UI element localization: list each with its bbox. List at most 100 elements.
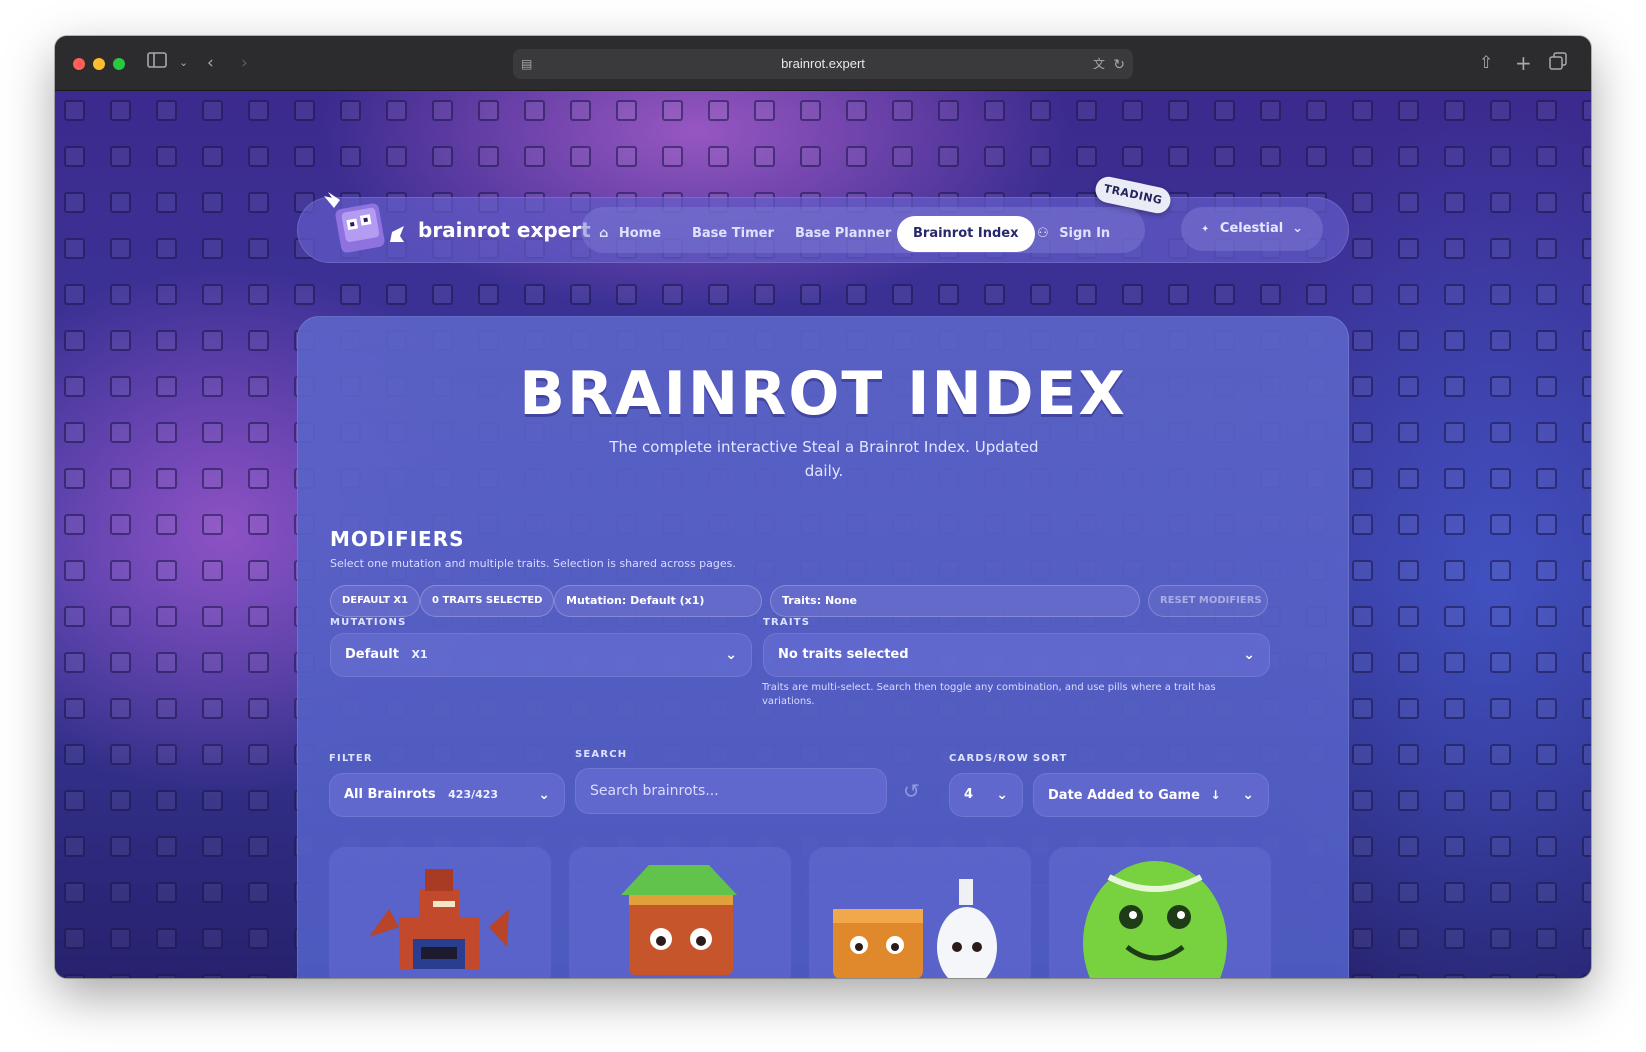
chip-traits-selected[interactable]: 0 TRAITS SELECTED bbox=[420, 585, 555, 617]
pattern-square bbox=[1398, 928, 1419, 949]
pattern-square bbox=[432, 100, 453, 121]
sort-label: SORT bbox=[1033, 753, 1068, 764]
zoom-window-button[interactable] bbox=[113, 58, 125, 70]
mutation-select-value: Default bbox=[345, 647, 399, 662]
pattern-square bbox=[1582, 882, 1591, 903]
close-window-button[interactable] bbox=[73, 58, 85, 70]
pattern-square bbox=[1352, 652, 1373, 673]
pattern-square bbox=[800, 100, 821, 121]
mutation-select[interactable]: Default X1 ⌄ bbox=[330, 633, 752, 677]
pattern-square bbox=[248, 882, 269, 903]
pattern-square bbox=[64, 330, 85, 351]
page-settings-icon[interactable]: ▤ bbox=[521, 49, 532, 79]
pattern-square bbox=[294, 284, 315, 305]
tab-overview-icon[interactable] bbox=[1549, 52, 1567, 76]
share-icon[interactable]: ⇧ bbox=[1479, 52, 1493, 74]
brand-name[interactable]: brainrot expert bbox=[418, 218, 591, 242]
pattern-square bbox=[1352, 790, 1373, 811]
sidebar-toggle-icon[interactable] bbox=[147, 52, 167, 74]
pattern-square bbox=[1536, 192, 1557, 213]
brainrot-card[interactable] bbox=[1049, 847, 1271, 978]
pattern-square bbox=[1122, 146, 1143, 167]
nav-base-timer[interactable]: Base Timer bbox=[692, 216, 774, 252]
pattern-square bbox=[1536, 238, 1557, 259]
pattern-square bbox=[386, 284, 407, 305]
new-tab-icon[interactable]: + bbox=[1515, 52, 1532, 74]
brand-logo[interactable] bbox=[322, 192, 404, 262]
filter-count: 423/423 bbox=[448, 788, 499, 801]
forward-icon[interactable]: › bbox=[241, 52, 248, 74]
pattern-square bbox=[708, 146, 729, 167]
pattern-square bbox=[64, 790, 85, 811]
nav-base-planner[interactable]: Base Planner bbox=[795, 216, 891, 252]
cards-per-row-select[interactable]: 4 ⌄ bbox=[949, 773, 1023, 817]
pattern-square bbox=[1444, 698, 1465, 719]
pattern-square bbox=[984, 284, 1005, 305]
nav-brainrot-index[interactable]: Brainrot Index bbox=[897, 216, 1035, 252]
pattern-square bbox=[156, 330, 177, 351]
pattern-square bbox=[1490, 698, 1511, 719]
brainrot-card[interactable] bbox=[809, 847, 1031, 978]
reload-icon[interactable]: ↻ bbox=[1113, 49, 1125, 79]
address-bar[interactable]: ▤ brainrot.expert 文 ↻ bbox=[513, 49, 1133, 79]
pattern-square bbox=[1398, 744, 1419, 765]
pattern-square bbox=[1582, 330, 1591, 351]
pattern-square bbox=[524, 284, 545, 305]
pattern-square bbox=[1306, 100, 1327, 121]
pattern-square bbox=[1398, 514, 1419, 535]
chevron-down-icon[interactable]: ⌄ bbox=[179, 52, 188, 74]
pattern-square bbox=[1444, 238, 1465, 259]
pattern-square bbox=[1444, 284, 1465, 305]
pattern-square bbox=[1444, 422, 1465, 443]
page-subtitle: The complete interactive Steal a Brainro… bbox=[609, 438, 1039, 480]
pattern-square bbox=[156, 284, 177, 305]
pattern-square bbox=[1398, 284, 1419, 305]
pattern-square bbox=[202, 698, 223, 719]
pattern-square bbox=[110, 606, 131, 627]
pattern-square bbox=[1352, 882, 1373, 903]
pattern-square bbox=[1536, 514, 1557, 535]
nav-sign-in[interactable]: ⚇ Sign In bbox=[1037, 216, 1110, 252]
pattern-square bbox=[1582, 790, 1591, 811]
minimize-window-button[interactable] bbox=[93, 58, 105, 70]
chip-default-multiplier[interactable]: DEFAULT X1 bbox=[330, 585, 421, 617]
reset-modifiers-button[interactable]: RESET MODIFIERS bbox=[1148, 585, 1268, 617]
pattern-square bbox=[1444, 836, 1465, 857]
translate-icon[interactable]: 文 bbox=[1093, 49, 1105, 79]
pattern-square bbox=[202, 192, 223, 213]
brainrot-card[interactable] bbox=[569, 847, 791, 978]
pattern-square bbox=[156, 836, 177, 857]
theme-select[interactable]: ✦ Celestial ⌄ bbox=[1181, 207, 1323, 251]
chevron-down-icon: ⌄ bbox=[996, 787, 1008, 803]
pattern-square bbox=[800, 146, 821, 167]
back-icon[interactable]: ‹ bbox=[207, 52, 214, 74]
pattern-square bbox=[1582, 238, 1591, 259]
reset-search-icon[interactable]: ↺ bbox=[903, 778, 920, 804]
chip-traits-summary[interactable]: Traits: None bbox=[770, 585, 1140, 617]
filter-select[interactable]: All Brainrots 423/423 ⌄ bbox=[329, 773, 565, 817]
pattern-square bbox=[248, 376, 269, 397]
pattern-square bbox=[110, 422, 131, 443]
pattern-square bbox=[1352, 928, 1373, 949]
pattern-square bbox=[1490, 560, 1511, 581]
cards-per-row-value: 4 bbox=[964, 787, 974, 802]
brainrot-card[interactable] bbox=[329, 847, 551, 978]
pattern-square bbox=[294, 100, 315, 121]
chevron-down-icon: ⌄ bbox=[1292, 221, 1303, 236]
pattern-square bbox=[1398, 100, 1419, 121]
traits-select[interactable]: No traits selected ⌄ bbox=[763, 633, 1270, 677]
pattern-square bbox=[1582, 146, 1591, 167]
pattern-square bbox=[1352, 698, 1373, 719]
pattern-square bbox=[1398, 238, 1419, 259]
pattern-square bbox=[984, 146, 1005, 167]
sort-select[interactable]: Date Added to Game ↓ ⌄ bbox=[1033, 773, 1269, 817]
nav-home[interactable]: ⌂ Home bbox=[599, 216, 661, 252]
pattern-square bbox=[64, 652, 85, 673]
pattern-square bbox=[1168, 100, 1189, 121]
chip-mutation-summary[interactable]: Mutation: Default (x1) bbox=[554, 585, 762, 617]
pattern-square bbox=[1536, 100, 1557, 121]
search-input[interactable]: Search brainrots... bbox=[575, 768, 887, 814]
modifiers-description: Select one mutation and multiple traits.… bbox=[330, 557, 736, 570]
pattern-square bbox=[64, 376, 85, 397]
mutations-label: MUTATIONS bbox=[330, 617, 407, 628]
